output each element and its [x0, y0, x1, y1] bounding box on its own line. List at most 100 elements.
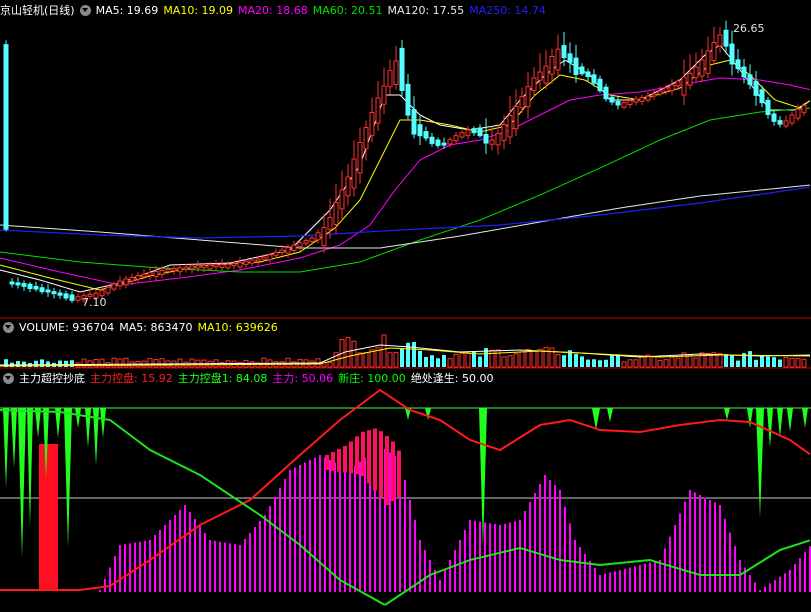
candlestick [735, 59, 741, 70]
candlestick [237, 261, 243, 268]
control-bar [325, 455, 329, 470]
candlestick [339, 189, 345, 210]
candlestick [351, 158, 357, 189]
volume-bar [730, 355, 734, 367]
candlestick [459, 132, 465, 138]
volume-bar [669, 356, 675, 368]
candlestick [591, 74, 597, 84]
volume-bar [507, 355, 513, 368]
volume-bar [687, 354, 693, 368]
candlestick [585, 71, 591, 78]
candlestick [159, 270, 165, 275]
candlestick [393, 60, 399, 85]
volume-bar [580, 356, 584, 367]
candlestick [693, 66, 699, 79]
candlestick [597, 78, 603, 92]
candlestick [639, 97, 645, 102]
candlestick [21, 283, 27, 287]
candlestick [423, 131, 429, 139]
volume-bar [363, 352, 369, 368]
volume-bar [783, 356, 789, 368]
volume-bar [381, 334, 387, 368]
candlestick [429, 136, 435, 144]
candlestick [285, 247, 291, 254]
volume-indicator-2: MA10: 639626 [197, 321, 278, 334]
control-bar [397, 450, 401, 497]
candlestick [291, 244, 297, 251]
candlestick [153, 270, 159, 277]
green-spike [802, 408, 808, 428]
ma120-line [0, 184, 811, 249]
volume-bar [651, 356, 657, 368]
candlestick [309, 237, 315, 243]
volume-bar [87, 360, 93, 368]
volume-bar [543, 346, 549, 368]
candlestick [723, 29, 729, 47]
volume-bar [537, 348, 543, 368]
candlestick [357, 142, 363, 174]
volume-bar [418, 350, 422, 367]
candlestick [45, 289, 51, 293]
candlestick [123, 278, 129, 286]
control-bar [331, 452, 335, 471]
volume-bar [513, 353, 519, 368]
candlestick [777, 120, 783, 125]
candlestick [57, 292, 63, 296]
candlestick [141, 273, 147, 278]
chevron-down-icon[interactable] [3, 373, 14, 384]
chevron-down-icon[interactable] [3, 322, 14, 333]
volume-bar [801, 358, 807, 368]
volume-bar [177, 358, 183, 368]
candlestick [549, 56, 555, 75]
candlestick [699, 59, 705, 77]
volume-bar [447, 358, 453, 368]
candlestick [435, 139, 441, 146]
candlestick [717, 34, 723, 47]
candlestick [333, 202, 339, 225]
candlestick [537, 71, 543, 81]
control-bar [373, 428, 377, 491]
volume-bar [598, 360, 602, 367]
volume-bar [621, 361, 627, 368]
candlestick [663, 87, 669, 92]
volume-bar [675, 357, 681, 368]
stock-chart[interactable] [0, 0, 811, 612]
candlestick [297, 242, 303, 248]
volume-bar [754, 359, 758, 367]
candlestick [267, 254, 273, 261]
candlestick [33, 285, 39, 290]
green-spike [100, 408, 106, 438]
candlestick [15, 282, 21, 286]
volume-bar [327, 361, 333, 368]
volume-bar [549, 347, 555, 368]
candlestick [207, 264, 213, 270]
candlestick [3, 44, 9, 230]
candlestick [483, 133, 489, 144]
volume-bar [501, 356, 507, 368]
candlestick [189, 265, 195, 270]
stock-title: 京山轻机(日线) [0, 4, 75, 17]
candlestick [27, 283, 33, 290]
candlestick [75, 296, 81, 301]
candlestick [705, 50, 711, 74]
volume-bar [724, 354, 728, 367]
candlestick [405, 83, 411, 116]
candlestick [753, 81, 759, 96]
volume-bar [159, 358, 165, 368]
volume-bar [387, 352, 393, 368]
volume-bar [562, 355, 566, 367]
candlestick [303, 239, 309, 244]
high-price-label: 26.65 [733, 22, 765, 35]
volume-bar [531, 350, 537, 368]
control-bar [361, 431, 365, 477]
volume-bar [633, 359, 639, 368]
volume-bar [574, 354, 578, 367]
candlestick [507, 115, 513, 138]
volume-bar [117, 358, 123, 368]
candlestick [771, 113, 777, 122]
candlestick [315, 232, 321, 241]
chevron-down-icon[interactable] [79, 5, 91, 16]
candlestick [501, 124, 507, 141]
candlestick [363, 127, 369, 150]
volume-bar [436, 358, 440, 367]
